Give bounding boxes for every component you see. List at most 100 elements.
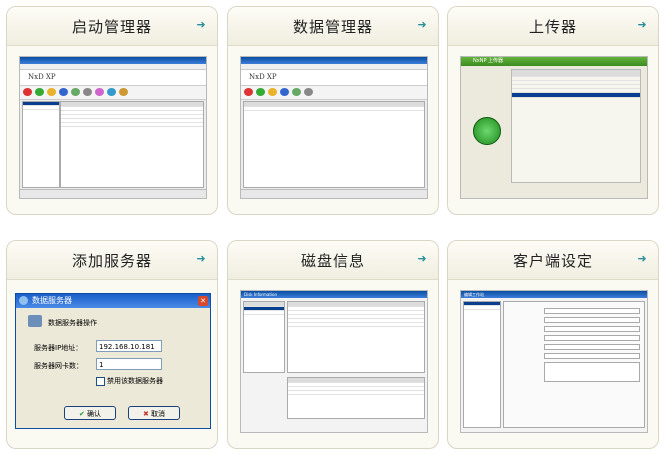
arrow-right-icon[interactable]: ➜ (415, 18, 429, 32)
settings-form (503, 301, 645, 428)
dialog-titlebar: 数据服务器 ✕ (16, 294, 210, 308)
card-client-settings[interactable]: 客户端设定 ➜ 编辑工作站 (447, 240, 659, 449)
toolbar-icon (292, 88, 301, 96)
card-disk-info[interactable]: 磁盘信息 ➜ Disk Information (227, 240, 439, 449)
toolbar-icon (35, 88, 44, 96)
window-titlebar: 编辑工作站 (461, 291, 647, 298)
disable-checkbox[interactable] (96, 377, 105, 386)
settings-nav (463, 301, 501, 428)
status-bar (20, 189, 206, 198)
server-tree (22, 101, 60, 188)
nic-label: 服务器网卡数： (34, 362, 83, 370)
card-title: 客户端设定 (512, 252, 593, 270)
card-title: 数据管理器 (292, 18, 373, 36)
toolbar-icon (23, 88, 32, 96)
window-titlebar (241, 57, 427, 64)
toolbar-icon (244, 88, 253, 96)
uploader-window: NxNP 上传器 (461, 57, 647, 198)
nic-stepper[interactable]: 1 (96, 358, 162, 370)
toolbar-icon (59, 88, 68, 96)
screenshot-thumbnail[interactable]: NxD XP (19, 56, 207, 199)
ok-button[interactable]: ✔ 确认 (64, 406, 116, 420)
card-header: 客户端设定 ➜ (448, 241, 658, 280)
dialog-title: 数据服务器 (32, 296, 72, 305)
arrow-right-icon[interactable]: ➜ (194, 18, 208, 32)
arrow-right-icon[interactable]: ➜ (635, 18, 649, 32)
app-banner: NxD XP (20, 70, 206, 86)
client-grid (60, 101, 204, 188)
toolbar-icon (95, 88, 104, 96)
dialog-heading: 数据服务器操作 (48, 319, 97, 327)
app-banner: NxD XP (241, 70, 427, 86)
check-icon: ✔ (78, 410, 85, 418)
form-field (544, 308, 640, 314)
server-icon (28, 315, 42, 327)
table-row (61, 123, 203, 127)
disk-table (287, 301, 425, 373)
toolbar-icon (119, 88, 128, 96)
screenshot-thumbnail[interactable]: 编辑工作站 (460, 290, 648, 433)
toolbar-icon (47, 88, 56, 96)
card-header: 上传器 ➜ (448, 7, 658, 46)
form-field (544, 317, 640, 323)
screenshot-thumbnail[interactable]: Disk Information (240, 290, 428, 433)
nav-item (464, 306, 500, 310)
card-data-manager[interactable]: 数据管理器 ➜ NxD XP (227, 6, 439, 215)
toolbar-icon (304, 88, 313, 96)
client-settings-window: 编辑工作站 (461, 291, 647, 432)
ip-label: 服务器IP地址： (34, 344, 83, 352)
arrow-right-icon[interactable]: ➜ (415, 252, 429, 266)
card-title: 磁盘信息 (300, 252, 365, 270)
toolbar-icon (280, 88, 289, 96)
card-header: 启动管理器 ➜ (7, 7, 217, 46)
option-list (544, 362, 640, 382)
screenshot-thumbnail[interactable]: NxNP 上传器 (460, 56, 648, 199)
form-field (544, 353, 640, 359)
table-row (288, 391, 424, 395)
progress-bar (512, 93, 640, 98)
app-icon (19, 296, 28, 305)
table-row (244, 107, 424, 111)
toolbar-icon (256, 88, 265, 96)
upload-arrow-icon (473, 117, 501, 145)
cancel-label: 取消 (151, 410, 166, 418)
card-uploader[interactable]: 上传器 ➜ NxNP 上传器 (447, 6, 659, 215)
toolbar-icon (107, 88, 116, 96)
add-server-dialog: 数据服务器 ✕ 数据服务器操作 服务器IP地址： 192.168.10.181 … (15, 293, 211, 429)
form-field (544, 344, 640, 350)
table-row (288, 323, 424, 327)
server-list (243, 301, 285, 373)
disable-label: 禁用该数据服务器 (107, 377, 163, 385)
list-item (244, 311, 284, 315)
form-field (544, 326, 640, 332)
tree-item (23, 106, 59, 110)
card-title: 启动管理器 (71, 18, 152, 36)
toolbar (20, 86, 206, 100)
toolbar-icon (71, 88, 80, 96)
screenshot-thumbnail[interactable]: NxD XP (240, 56, 428, 199)
window-titlebar: NxNP 上传器 (461, 57, 647, 66)
arrow-right-icon[interactable]: ➜ (194, 252, 208, 266)
toolbar-icon (268, 88, 277, 96)
server-grid (243, 101, 425, 188)
tab-strip (512, 70, 640, 77)
app-logo: NxD XP (28, 73, 56, 81)
form-field (544, 335, 640, 341)
status-bar (241, 189, 427, 198)
card-add-server[interactable]: 添加服务器 ➜ 数据服务器 ✕ 数据服务器操作 服务器IP地址： 192.168… (6, 240, 218, 449)
card-header: 磁盘信息 ➜ (228, 241, 438, 280)
cross-icon: ✖ (142, 410, 149, 418)
uploader-options-panel (511, 69, 641, 183)
cancel-button[interactable]: ✖ 取消 (128, 406, 180, 420)
card-boot-manager[interactable]: 启动管理器 ➜ NxD XP (6, 6, 218, 215)
card-title: 添加服务器 (71, 252, 152, 270)
card-title: 上传器 (528, 18, 577, 36)
partition-table (287, 377, 425, 419)
arrow-right-icon[interactable]: ➜ (635, 252, 649, 266)
toolbar (241, 86, 427, 100)
nic-value: 1 (99, 361, 104, 369)
disk-info-window: Disk Information (241, 291, 427, 432)
card-header: 添加服务器 ➜ (7, 241, 217, 280)
close-icon[interactable]: ✕ (198, 296, 208, 306)
ip-input[interactable]: 192.168.10.181 (96, 340, 162, 352)
